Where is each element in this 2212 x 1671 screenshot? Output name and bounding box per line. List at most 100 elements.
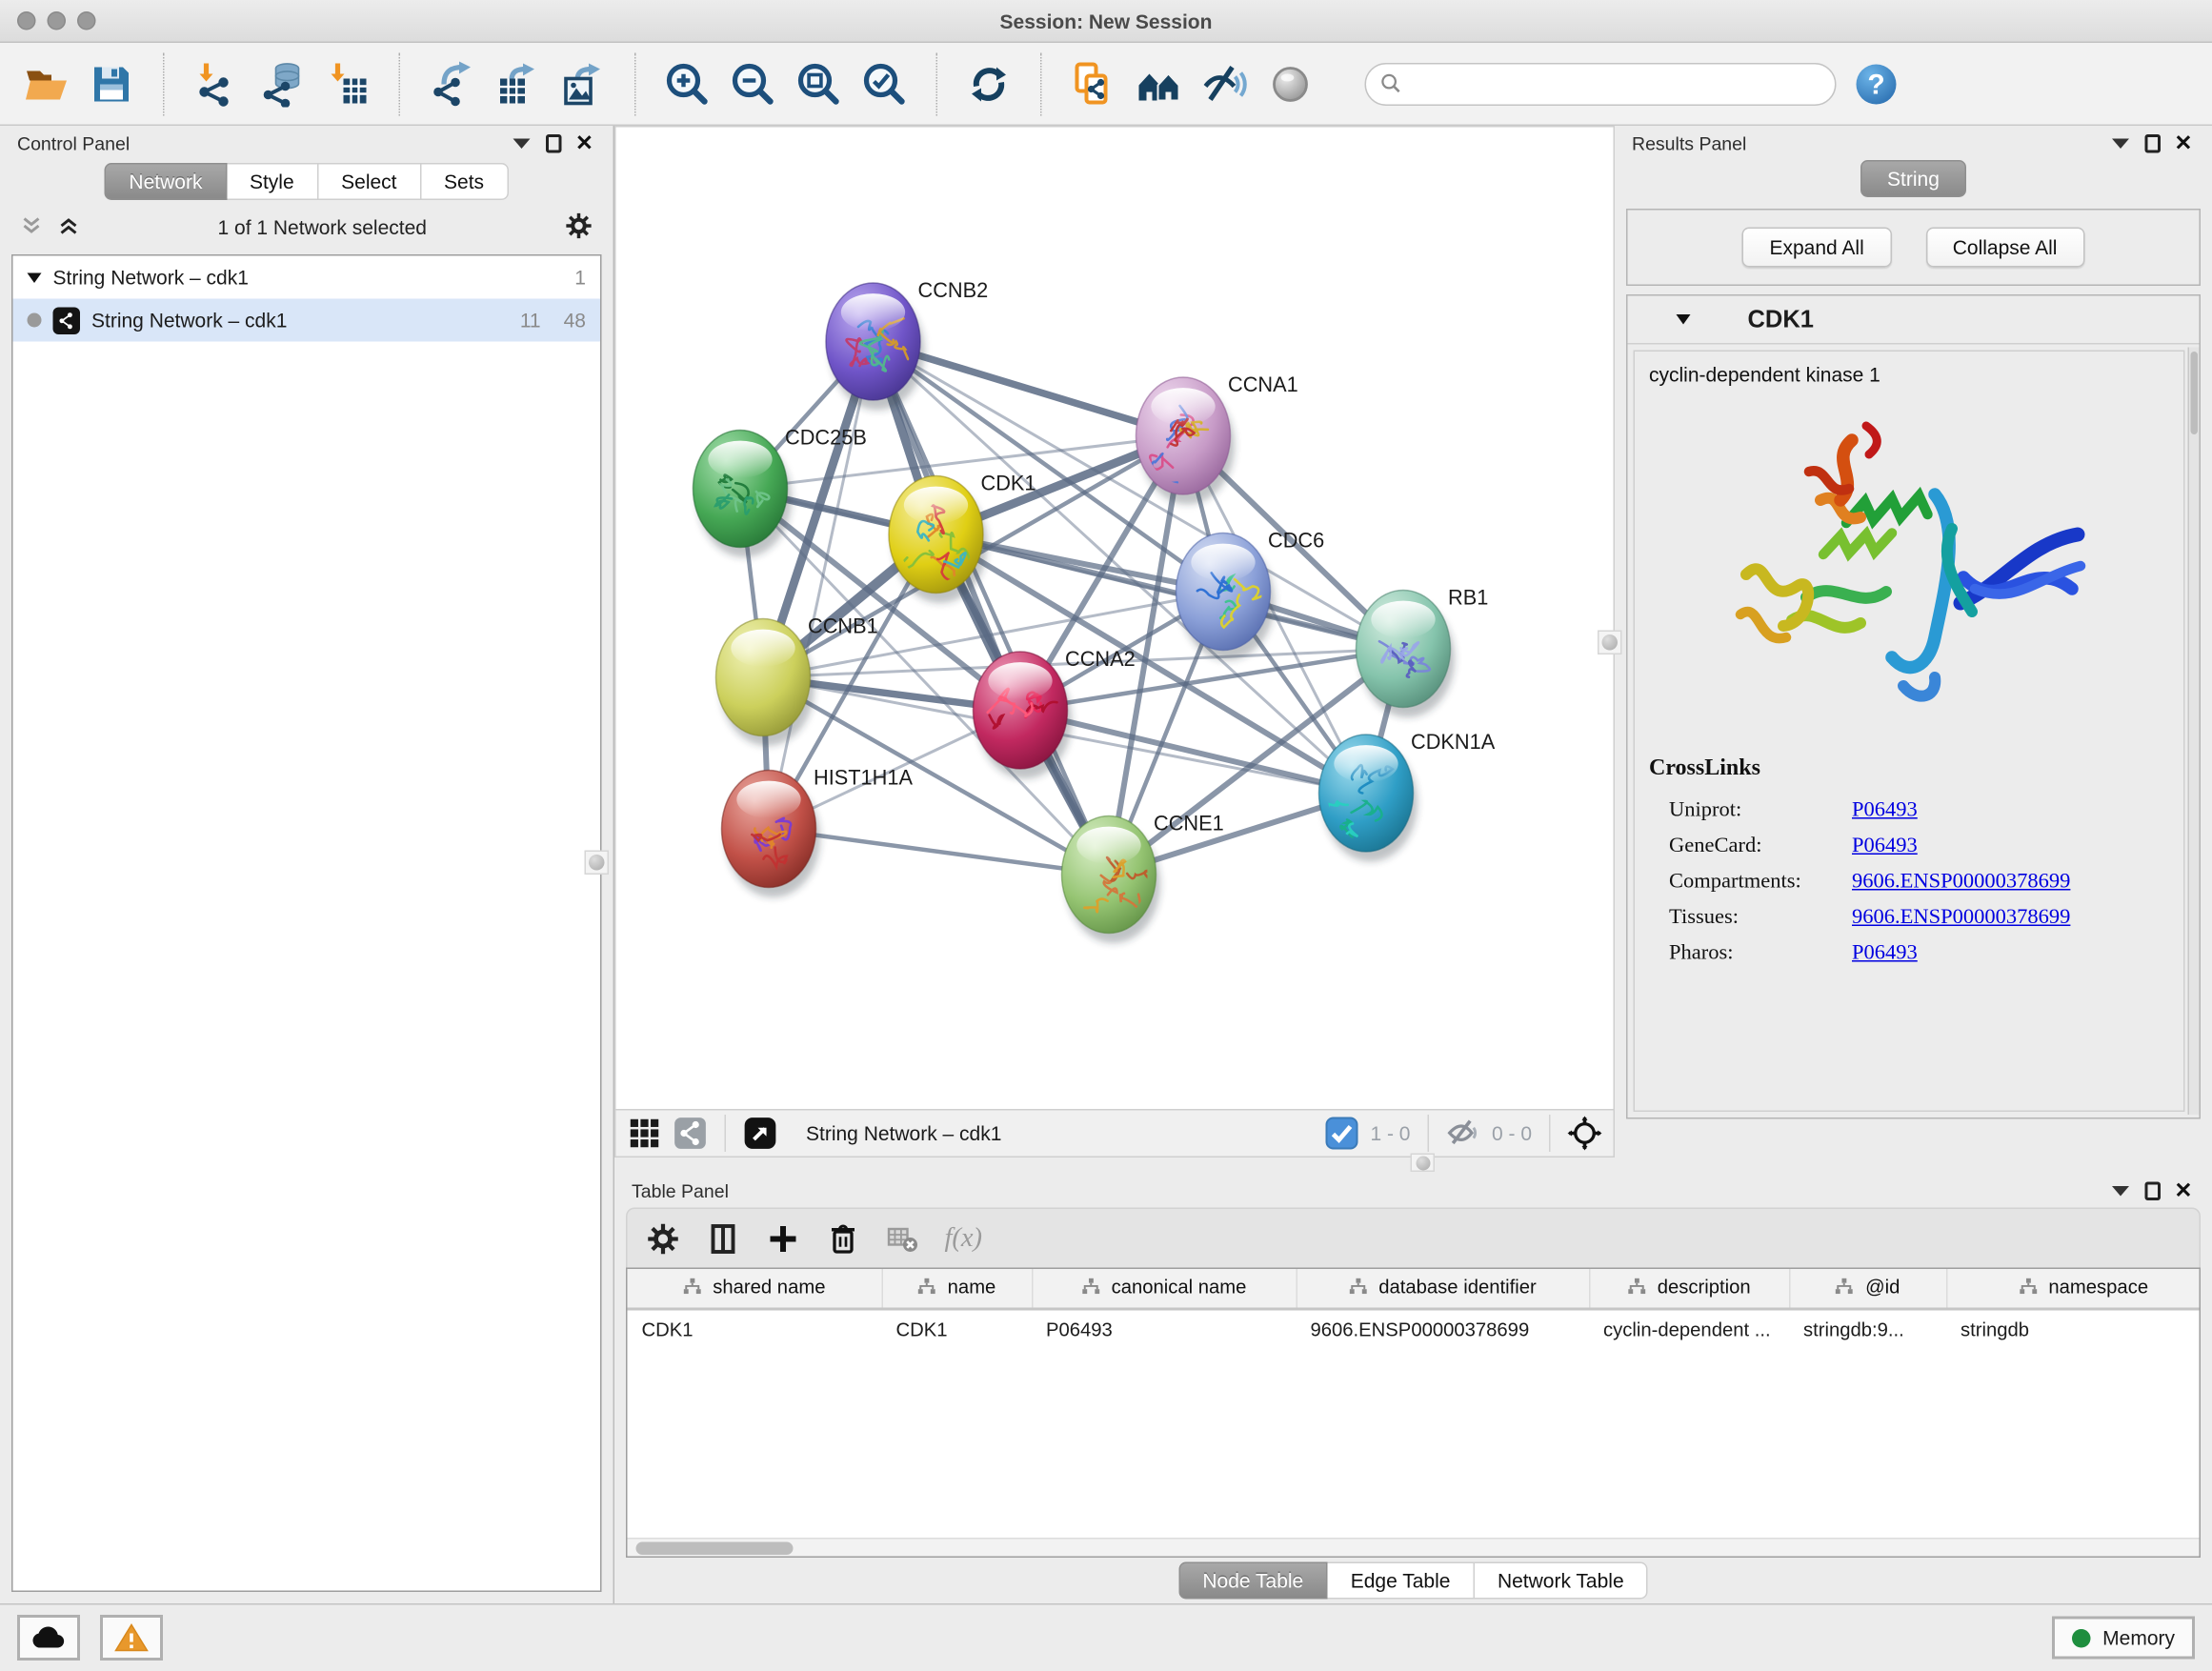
import-database-icon[interactable] <box>256 58 308 110</box>
zoom-in-icon[interactable] <box>662 58 714 110</box>
network-node-ccna1[interactable]: CCNA1 <box>1136 372 1298 504</box>
cell-id[interactable]: stringdb:9... <box>1789 1309 1946 1349</box>
warning-status-button[interactable] <box>100 1615 163 1661</box>
collapse-panel-icon[interactable] <box>2109 131 2132 154</box>
collection-expand-icon[interactable] <box>28 272 42 283</box>
zoom-fit-icon[interactable] <box>794 58 845 110</box>
birdseye-view-icon[interactable] <box>628 1117 662 1151</box>
crosslink-compartments[interactable]: 9606.ENSP00000378699 <box>1852 871 2070 896</box>
network-share-icon[interactable] <box>674 1117 708 1151</box>
column-header-description[interactable]: description <box>1589 1269 1789 1309</box>
results-scrollbar[interactable] <box>2188 348 2200 1116</box>
network-collection-row[interactable]: String Network – cdk1 1 <box>13 256 601 299</box>
help-icon[interactable]: ? <box>1851 58 1902 110</box>
cell-description[interactable]: cyclin-dependent ... <box>1589 1309 1789 1349</box>
bottom-splitter-handle[interactable] <box>1411 1154 1436 1173</box>
cell-canonical-name[interactable]: P06493 <box>1032 1309 1297 1349</box>
tab-sets[interactable]: Sets <box>421 163 509 200</box>
float-panel-icon[interactable] <box>542 131 565 154</box>
tab-network[interactable]: Network <box>105 163 227 200</box>
cloud-status-button[interactable] <box>17 1615 80 1661</box>
fit-selected-crosshair-icon[interactable] <box>1568 1117 1602 1151</box>
network-edge[interactable] <box>769 342 874 830</box>
close-panel-icon[interactable]: ✕ <box>573 131 596 154</box>
network-node-hist1h1a[interactable]: HIST1H1A <box>722 766 914 898</box>
clone-network-icon[interactable] <box>1068 58 1119 110</box>
network-node-rb1[interactable]: RB1 <box>1357 586 1489 718</box>
function-builder-icon[interactable]: f(x) <box>945 1222 983 1254</box>
close-window-button[interactable] <box>17 11 36 30</box>
tab-string[interactable]: String <box>1860 160 1967 197</box>
close-panel-icon[interactable]: ✕ <box>2172 131 2195 154</box>
column-header-name[interactable]: name <box>882 1269 1033 1309</box>
cell-name[interactable]: CDK1 <box>882 1309 1033 1349</box>
export-network-icon[interactable] <box>426 58 477 110</box>
network-row[interactable]: String Network – cdk1 11 48 <box>13 299 601 342</box>
minimize-window-button[interactable] <box>48 11 67 30</box>
left-splitter-handle[interactable] <box>585 851 610 876</box>
float-panel-icon[interactable] <box>2141 1179 2163 1202</box>
cell-shared-name[interactable]: CDK1 <box>628 1309 882 1349</box>
table-row[interactable]: CDK1 CDK1 P06493 9606.ENSP00000378699 cy… <box>628 1309 2202 1349</box>
export-image-icon[interactable] <box>557 58 609 110</box>
gene-section-header[interactable]: CDK1 <box>1628 296 2200 345</box>
table-gear-icon[interactable] <box>645 1219 682 1257</box>
open-session-icon[interactable] <box>20 58 71 110</box>
cell-database-identifier[interactable]: 9606.ENSP00000378699 <box>1297 1309 1590 1349</box>
crosslink-uniprot[interactable]: P06493 <box>1852 799 1918 824</box>
selected-checkbox-icon[interactable] <box>1324 1117 1358 1151</box>
column-header-id[interactable]: @id <box>1789 1269 1946 1309</box>
tab-edge-table[interactable]: Edge Table <box>1328 1562 1475 1600</box>
collapse-all-networks-icon[interactable] <box>20 213 43 241</box>
network-node-ccnb2[interactable]: CCNB2 <box>826 278 988 411</box>
import-network-icon[interactable] <box>191 58 242 110</box>
network-edge[interactable] <box>874 342 1110 876</box>
tab-select[interactable]: Select <box>318 163 421 200</box>
hidden-eye-icon[interactable] <box>1446 1117 1480 1151</box>
column-header-shared-name[interactable]: shared name <box>628 1269 882 1309</box>
network-node-ccna2[interactable]: CCNA2 <box>974 647 1136 779</box>
delete-column-icon[interactable] <box>825 1219 862 1257</box>
save-session-icon[interactable] <box>86 58 137 110</box>
zoom-window-button[interactable] <box>77 11 96 30</box>
column-header-namespace[interactable]: namespace <box>1946 1269 2201 1309</box>
right-splitter-handle[interactable] <box>1598 631 1622 655</box>
show-all-icon[interactable] <box>1265 58 1317 110</box>
add-column-icon[interactable] <box>765 1219 802 1257</box>
table-horizontal-scrollbar[interactable] <box>628 1538 2200 1557</box>
crosslink-pharos[interactable]: P06493 <box>1852 942 1918 967</box>
export-view-icon[interactable] <box>743 1117 777 1151</box>
horizontal-splitter[interactable] <box>614 1158 1615 1174</box>
collapse-panel-icon[interactable] <box>2109 1179 2132 1202</box>
import-table-icon[interactable] <box>322 58 373 110</box>
column-header-database-identifier[interactable]: database identifier <box>1297 1269 1590 1309</box>
search-input[interactable] <box>1402 73 1821 95</box>
network-node-ccne1[interactable]: CCNE1 <box>1062 812 1224 944</box>
collapse-all-button[interactable]: Collapse All <box>1925 228 2084 268</box>
refresh-icon[interactable] <box>963 58 1015 110</box>
tab-style[interactable]: Style <box>227 163 318 200</box>
tab-network-table[interactable]: Network Table <box>1475 1562 1648 1600</box>
network-node-cdkn1a[interactable]: CDKN1A <box>1317 730 1496 862</box>
zoom-selected-icon[interactable] <box>859 58 911 110</box>
export-table-icon[interactable] <box>492 58 543 110</box>
close-panel-icon[interactable]: ✕ <box>2172 1179 2195 1202</box>
first-neighbors-icon[interactable] <box>1134 58 1185 110</box>
collapse-panel-icon[interactable] <box>511 131 533 154</box>
memory-button[interactable]: Memory <box>2053 1617 2195 1660</box>
cell-namespace[interactable]: stringdb <box>1946 1309 2201 1349</box>
network-options-gear-icon[interactable] <box>565 211 593 244</box>
network-canvas[interactable]: CCNB2CCNA1CDC25BCDK1CDC6RB1CCNB1CCNA2CDK… <box>614 126 1615 1109</box>
show-columns-icon[interactable] <box>705 1219 742 1257</box>
column-header-canonical-name[interactable]: canonical name <box>1032 1269 1297 1309</box>
zoom-out-icon[interactable] <box>728 58 779 110</box>
network-node-cdc6[interactable]: CDC6 <box>1176 529 1325 661</box>
crosslink-tissues[interactable]: 9606.ENSP00000378699 <box>1852 906 2070 931</box>
hide-selected-icon[interactable] <box>1199 58 1251 110</box>
expand-all-button[interactable]: Expand All <box>1742 228 1891 268</box>
delete-table-icon[interactable] <box>885 1219 922 1257</box>
tab-node-table[interactable]: Node Table <box>1178 1562 1328 1600</box>
expand-all-networks-icon[interactable] <box>57 213 80 241</box>
gene-expand-icon[interactable] <box>1677 314 1691 325</box>
float-panel-icon[interactable] <box>2141 131 2163 154</box>
